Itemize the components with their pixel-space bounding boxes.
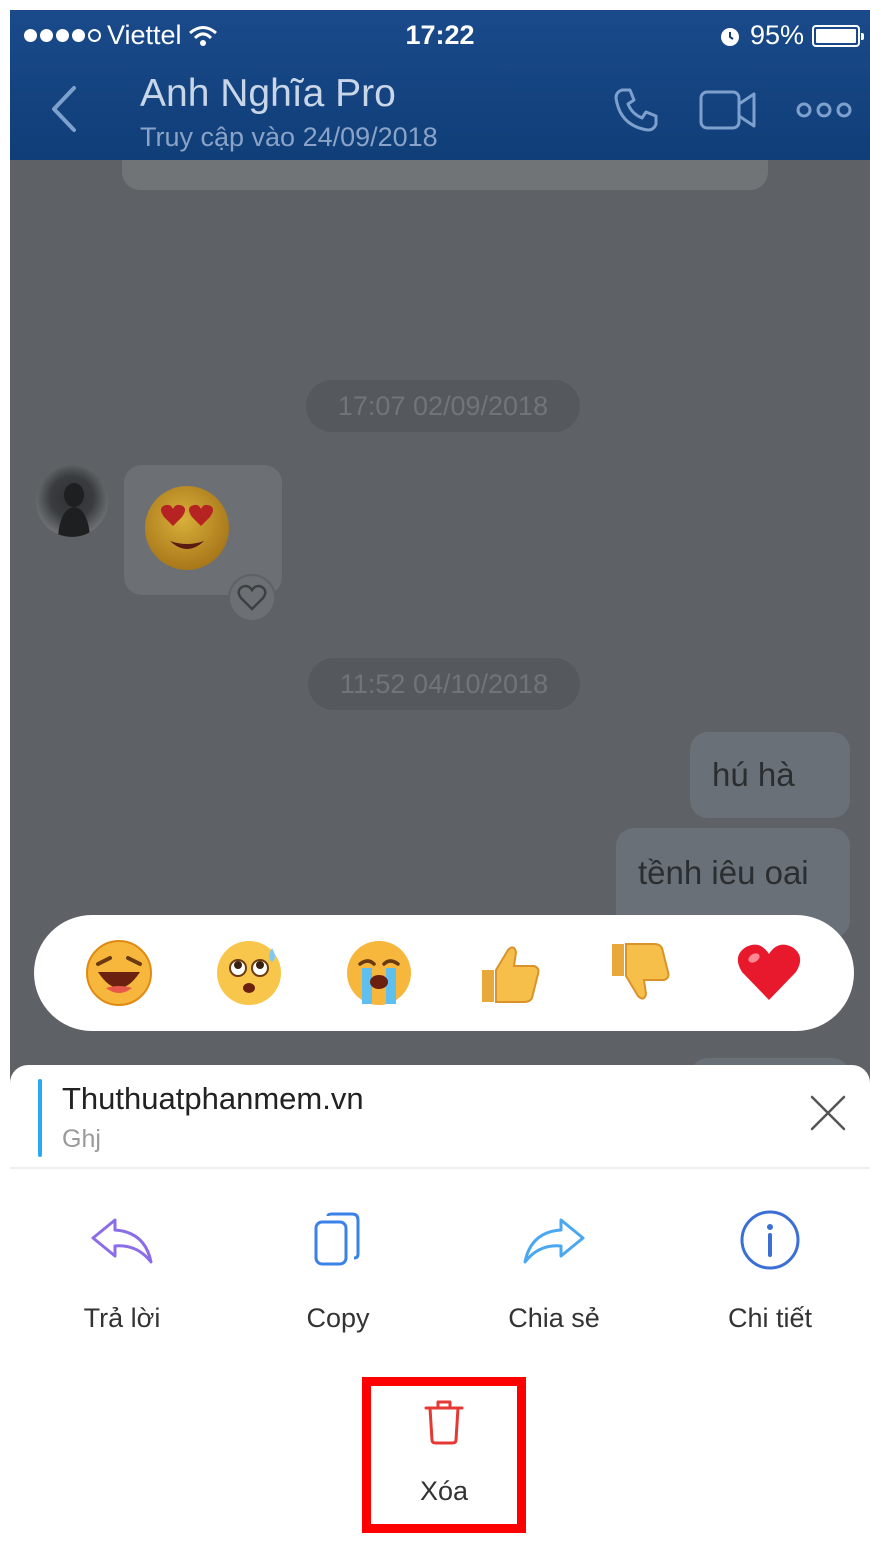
heart-emoji[interactable]: [733, 937, 805, 1009]
share-button[interactable]: Chia sẻ: [454, 1205, 654, 1334]
details-button[interactable]: Chi tiết: [670, 1205, 870, 1334]
last-seen: Truy cập vào 24/09/2018: [140, 122, 438, 152]
laughing-emoji[interactable]: [83, 937, 155, 1009]
share-label: Chia sẻ: [508, 1303, 600, 1333]
quoted-sender: Thuthuatphanmem.vn: [62, 1081, 364, 1116]
copy-icon: [314, 1212, 360, 1266]
battery-percent: 95%: [749, 20, 804, 50]
header: Viettel 17:22 95% Anh Nghĩa Pro Truy cập…: [10, 10, 870, 160]
timestamp-divider: 11:52 04/10/2018: [308, 658, 580, 710]
status-bar: Viettel 17:22 95%: [10, 10, 870, 60]
info-icon: [740, 1210, 800, 1270]
reply-label: Trả lời: [83, 1303, 161, 1333]
reply-icon: [91, 1218, 153, 1264]
quote-bar: [38, 1079, 42, 1157]
outgoing-message[interactable]: hú hà: [690, 732, 850, 818]
thumbs-up-emoji[interactable]: [473, 937, 545, 1009]
message-actions-sheet: Thuthuatphanmem.vn Ghj Trả lời Copy Chia…: [10, 1065, 870, 1548]
video-call-icon[interactable]: [698, 84, 758, 136]
status-right: 95%: [718, 20, 864, 51]
phone-icon[interactable]: [610, 84, 662, 136]
crying-emoji[interactable]: [343, 937, 415, 1009]
close-icon[interactable]: [808, 1093, 848, 1133]
trash-icon: [424, 1400, 464, 1445]
previous-message-bubble: [122, 160, 768, 190]
thumbs-down-emoji[interactable]: [603, 937, 675, 1009]
share-icon: [523, 1218, 585, 1264]
react-heart-icon[interactable]: [228, 574, 276, 622]
back-chevron-icon[interactable]: [46, 84, 82, 134]
quoted-text: Ghj: [62, 1125, 101, 1153]
divider: [10, 1167, 870, 1169]
reply-button[interactable]: Trả lời: [22, 1205, 222, 1334]
chat-navbar: Anh Nghĩa Pro Truy cập vào 24/09/2018: [10, 60, 870, 160]
delete-button[interactable]: Xóa: [371, 1398, 517, 1507]
reaction-bar: [34, 915, 854, 1031]
avatar[interactable]: [36, 465, 108, 537]
delete-highlight: Xóa: [362, 1377, 526, 1533]
message-text: tềnh iêu oai: [638, 854, 809, 891]
battery-icon: [812, 24, 864, 47]
timestamp-divider: 17:07 02/09/2018: [306, 380, 580, 432]
contact-name[interactable]: Anh Nghĩa Pro: [140, 72, 396, 116]
more-icon[interactable]: [796, 100, 852, 120]
delete-label: Xóa: [419, 1476, 469, 1506]
heart-eyes-emoji: [145, 486, 229, 570]
details-label: Chi tiết: [727, 1303, 813, 1333]
message-text: hú hà: [712, 756, 795, 793]
copy-label: Copy: [306, 1303, 370, 1333]
surprised-sweat-emoji[interactable]: [213, 937, 285, 1009]
app-screen: Viettel 17:22 95% Anh Nghĩa Pro Truy cập…: [10, 10, 870, 1548]
alarm-icon: [720, 27, 739, 46]
copy-button[interactable]: Copy: [238, 1205, 438, 1334]
